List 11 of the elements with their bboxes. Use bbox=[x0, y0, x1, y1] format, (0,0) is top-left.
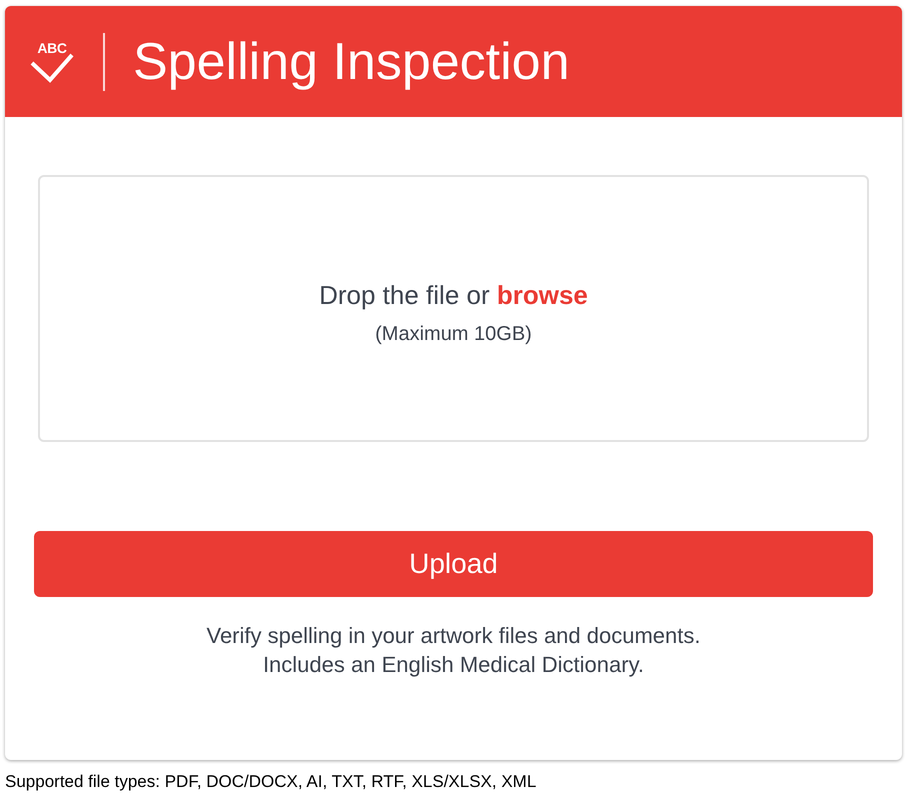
logo-text: ABC bbox=[37, 40, 67, 54]
description-text: Verify spelling in your artwork files and documents. bbox=[206, 622, 700, 650]
checkmark-icon bbox=[30, 52, 74, 82]
description-text: Includes an English Medical Dictionary. bbox=[262, 651, 644, 679]
size-hint: (Maximum 10GB) bbox=[375, 322, 532, 347]
upload-button[interactable]: Upload bbox=[34, 531, 873, 597]
browse-link[interactable]: browse bbox=[496, 280, 588, 310]
drop-text: Drop the file or bbox=[319, 280, 490, 310]
drop-zone[interactable]: Drop the file or browse (Maximum 10GB) bbox=[38, 175, 869, 442]
app-title: Spelling Inspection bbox=[133, 36, 570, 88]
supported-types-text: Supported file types: PDF, DOC/DOCX, AI, TXT, RTF, XLS/XLSX, XML bbox=[5, 772, 536, 791]
